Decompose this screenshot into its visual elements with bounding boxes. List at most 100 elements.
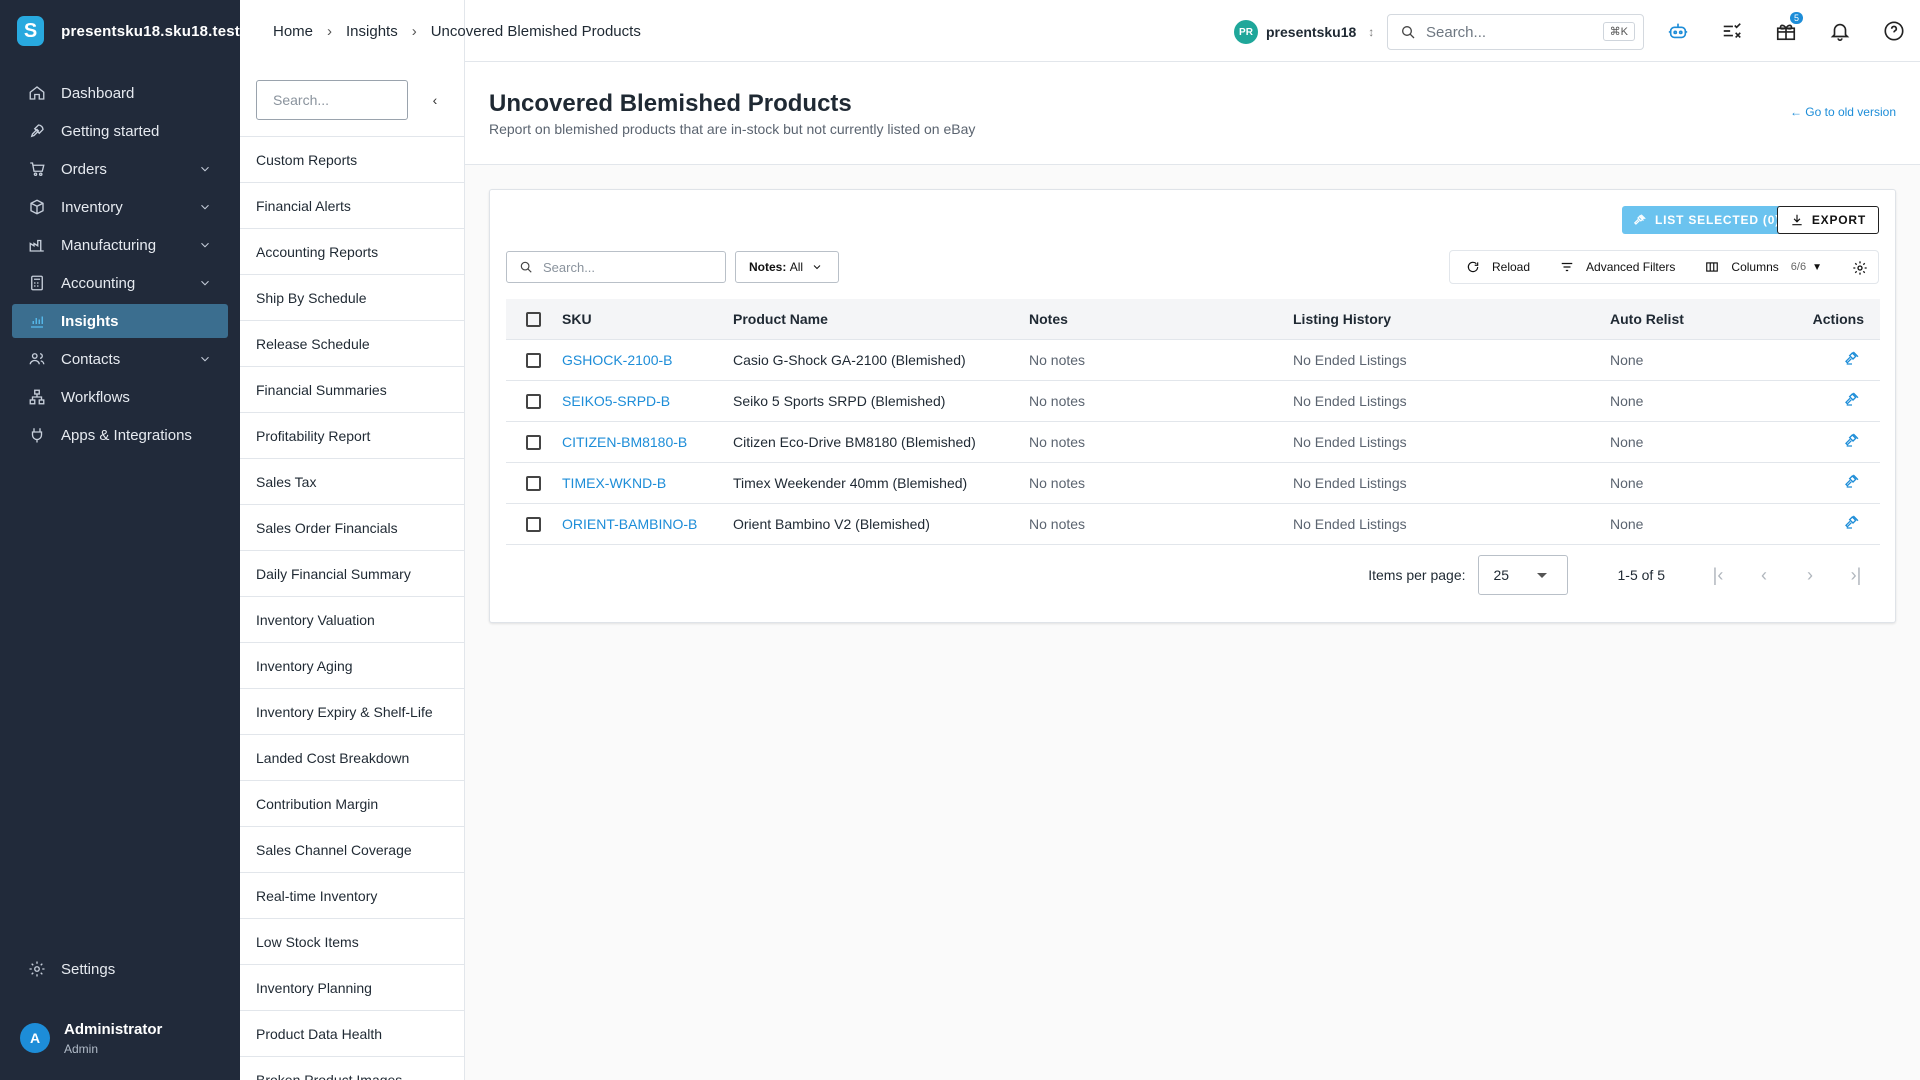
old-version-link[interactable]: ← Go to old version bbox=[1790, 105, 1896, 119]
advanced-filters-button[interactable]: Advanced Filters bbox=[1560, 260, 1675, 274]
report-list-item[interactable]: Financial Summaries bbox=[240, 366, 464, 412]
report-list-item[interactable]: Real-time Inventory bbox=[240, 872, 464, 918]
gavel-icon bbox=[1845, 433, 1859, 447]
columns-button[interactable]: Columns 6/6 ▼ bbox=[1705, 260, 1822, 274]
col-sku[interactable]: SKU bbox=[562, 299, 733, 340]
notifications-button[interactable] bbox=[1827, 18, 1853, 44]
sidebar-item-accounting[interactable]: Accounting bbox=[12, 266, 228, 300]
report-list-item[interactable]: Low Stock Items bbox=[240, 918, 464, 964]
notes-cell: No notes bbox=[1029, 380, 1293, 422]
brand[interactable]: S presentsku18.sku18.test bbox=[0, 0, 240, 62]
table-search-placeholder: Search... bbox=[543, 259, 596, 275]
sidebar-item-label: Orders bbox=[61, 160, 107, 178]
first-page-button[interactable]: |‹ bbox=[1695, 565, 1741, 586]
table-search-input[interactable]: Search... bbox=[506, 251, 726, 283]
report-list-item[interactable]: Inventory Planning bbox=[240, 964, 464, 1010]
sidebar-item-getting-started[interactable]: Getting started bbox=[12, 114, 228, 148]
report-list-item[interactable]: Product Data Health bbox=[240, 1010, 464, 1056]
notes-filter-dropdown[interactable]: Notes: All bbox=[735, 251, 839, 283]
list-item-button[interactable] bbox=[1844, 351, 1860, 369]
user-profile[interactable]: A Administrator Admin bbox=[0, 1008, 240, 1068]
sidebar-item-dashboard[interactable]: Dashboard bbox=[12, 76, 228, 110]
account-switcher[interactable]: PR presentsku18 ↕ bbox=[1234, 20, 1374, 44]
breadcrumb-home[interactable]: Home bbox=[273, 23, 313, 40]
report-list-item[interactable]: Ship By Schedule bbox=[240, 274, 464, 320]
list-item-button[interactable] bbox=[1844, 474, 1860, 492]
report-list-item[interactable]: Financial Alerts bbox=[240, 182, 464, 228]
sku-link[interactable]: GSHOCK-2100-B bbox=[562, 352, 672, 368]
list-item-button[interactable] bbox=[1844, 433, 1860, 451]
sidebar-item-apps-integrations[interactable]: Apps & Integrations bbox=[12, 418, 228, 452]
col-auto-relist[interactable]: Auto Relist bbox=[1610, 299, 1790, 340]
report-list-item[interactable]: Sales Order Financials bbox=[240, 504, 464, 550]
report-list-item[interactable]: Inventory Aging bbox=[240, 642, 464, 688]
col-product-name[interactable]: Product Name bbox=[733, 299, 1029, 340]
items-per-page-select[interactable]: 25 bbox=[1477, 555, 1568, 595]
box-icon bbox=[30, 199, 44, 215]
actions-cell bbox=[1790, 380, 1880, 422]
page-title: Uncovered Blemished Products bbox=[489, 90, 852, 117]
sku-link[interactable]: SEIKO5-SRPD-B bbox=[562, 393, 670, 409]
report-list-item[interactable]: Custom Reports bbox=[240, 136, 464, 182]
sku-cell: TIMEX-WKND-B bbox=[562, 462, 733, 504]
reload-button[interactable]: Reload bbox=[1466, 260, 1530, 274]
assistant-button[interactable] bbox=[1665, 18, 1691, 44]
last-page-button[interactable]: ›| bbox=[1833, 565, 1879, 586]
list-item-button[interactable] bbox=[1844, 392, 1860, 410]
auto-relist-cell: None bbox=[1610, 503, 1790, 545]
report-list-item[interactable]: Broken Product Images bbox=[240, 1056, 464, 1080]
col-listing-history[interactable]: Listing History bbox=[1293, 299, 1610, 340]
report-list-item[interactable]: Contribution Margin bbox=[240, 780, 464, 826]
global-search-input[interactable]: Search... ⌘K bbox=[1387, 14, 1644, 50]
sku-link[interactable]: CITIZEN-BM8180-B bbox=[562, 434, 687, 450]
report-list-item[interactable]: Landed Cost Breakdown bbox=[240, 734, 464, 780]
brand-name: presentsku18.sku18.test bbox=[61, 22, 240, 40]
collapse-panel-button[interactable]: ‹ bbox=[423, 88, 447, 112]
report-list-item[interactable]: Profitability Report bbox=[240, 412, 464, 458]
sku-cell: CITIZEN-BM8180-B bbox=[562, 421, 733, 463]
report-list-item[interactable]: Sales Tax bbox=[240, 458, 464, 504]
row-checkbox[interactable] bbox=[526, 352, 541, 368]
listing-history-cell: No Ended Listings bbox=[1293, 380, 1610, 422]
row-checkbox[interactable] bbox=[526, 434, 541, 450]
next-page-button[interactable]: › bbox=[1787, 565, 1833, 586]
product-name-cell: Seiko 5 Sports SRPD (Blemished) bbox=[733, 380, 1029, 422]
tasks-button[interactable] bbox=[1719, 18, 1745, 44]
sku-cell: GSHOCK-2100-B bbox=[562, 339, 733, 381]
avatar: A bbox=[20, 1023, 50, 1053]
sidebar-item-settings[interactable]: Settings bbox=[12, 952, 228, 986]
table-settings-button[interactable] bbox=[1852, 260, 1868, 276]
sidebar-item-insights[interactable]: Insights bbox=[12, 304, 228, 338]
report-search-input[interactable]: Search... bbox=[256, 80, 408, 120]
breadcrumb-insights[interactable]: Insights bbox=[346, 23, 398, 40]
col-notes[interactable]: Notes bbox=[1029, 299, 1293, 340]
report-list-item[interactable]: Accounting Reports bbox=[240, 228, 464, 274]
sidebar-item-inventory[interactable]: Inventory bbox=[12, 190, 228, 224]
report-list-item[interactable]: Inventory Expiry & Shelf-Life bbox=[240, 688, 464, 734]
report-list-item[interactable]: Release Schedule bbox=[240, 320, 464, 366]
whats-new-button[interactable]: 5 bbox=[1773, 12, 1803, 44]
sku-link[interactable]: TIMEX-WKND-B bbox=[562, 475, 666, 491]
list-selected-button[interactable]: LIST SELECTED (0) bbox=[1622, 206, 1791, 234]
list-selected-label: LIST SELECTED (0) bbox=[1655, 213, 1780, 227]
export-button[interactable]: EXPORT bbox=[1776, 206, 1879, 234]
report-list-item[interactable]: Sales Channel Coverage bbox=[240, 826, 464, 872]
sidebar-item-orders[interactable]: Orders bbox=[12, 152, 228, 186]
sidebar-item-manufacturing[interactable]: Manufacturing bbox=[12, 228, 228, 262]
list-item-button[interactable] bbox=[1844, 515, 1860, 533]
select-all-checkbox[interactable] bbox=[526, 312, 541, 328]
report-list-item[interactable]: Inventory Valuation bbox=[240, 596, 464, 642]
row-checkbox[interactable] bbox=[526, 393, 541, 409]
help-button[interactable] bbox=[1881, 18, 1907, 44]
row-checkbox[interactable] bbox=[526, 516, 541, 532]
notes-cell: No notes bbox=[1029, 462, 1293, 504]
home-icon bbox=[29, 86, 45, 100]
prev-page-button[interactable]: ‹ bbox=[1741, 565, 1787, 586]
row-checkbox[interactable] bbox=[526, 475, 541, 491]
sidebar-item-workflows[interactable]: Workflows bbox=[12, 380, 228, 414]
report-list-item[interactable]: Daily Financial Summary bbox=[240, 550, 464, 596]
sidebar-item-contacts[interactable]: Contacts bbox=[12, 342, 228, 376]
sku-link[interactable]: ORIENT-BAMBINO-B bbox=[562, 516, 697, 532]
columns-icon bbox=[1706, 262, 1719, 272]
chevron-down-icon: ▼ bbox=[1812, 261, 1822, 273]
